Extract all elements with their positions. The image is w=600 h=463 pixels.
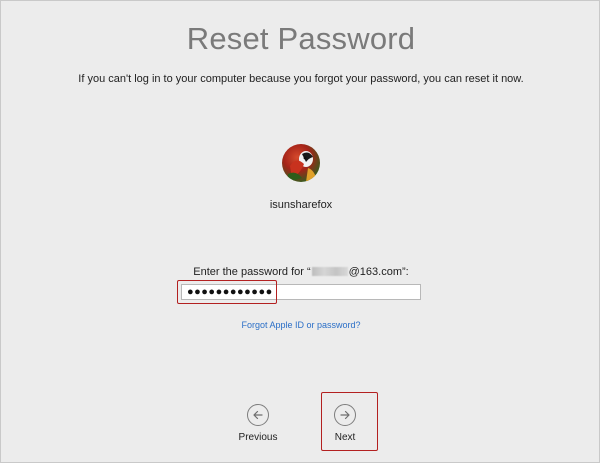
reset-description: If you can't log in to your computer bec… bbox=[78, 73, 524, 85]
prompt-suffix: ”: bbox=[402, 266, 409, 278]
redacted-email bbox=[311, 267, 348, 276]
previous-button[interactable]: Previous bbox=[228, 404, 288, 443]
username-label: isunsharefox bbox=[269, 199, 333, 211]
next-button[interactable]: Next bbox=[315, 404, 375, 443]
parrot-avatar-icon bbox=[282, 144, 320, 182]
prompt-prefix: Enter the password for “ bbox=[193, 266, 311, 278]
arrow-right-icon bbox=[334, 404, 356, 426]
forgot-apple-id-link[interactable]: Forgot Apple ID or password? bbox=[1, 320, 600, 330]
prompt-email-suffix: @163.com bbox=[348, 266, 402, 278]
password-masked-value: ●●●●●●●●●●●● bbox=[187, 286, 273, 298]
previous-label: Previous bbox=[238, 432, 278, 443]
password-input[interactable]: ●●●●●●●●●●●● bbox=[181, 284, 421, 300]
arrow-left-icon bbox=[247, 404, 269, 426]
password-prompt: Enter the password for “ @163.com”: bbox=[1, 266, 600, 278]
page-title: Reset Password bbox=[186, 21, 416, 56]
avatar-image bbox=[288, 151, 316, 182]
next-label: Next bbox=[334, 432, 356, 443]
